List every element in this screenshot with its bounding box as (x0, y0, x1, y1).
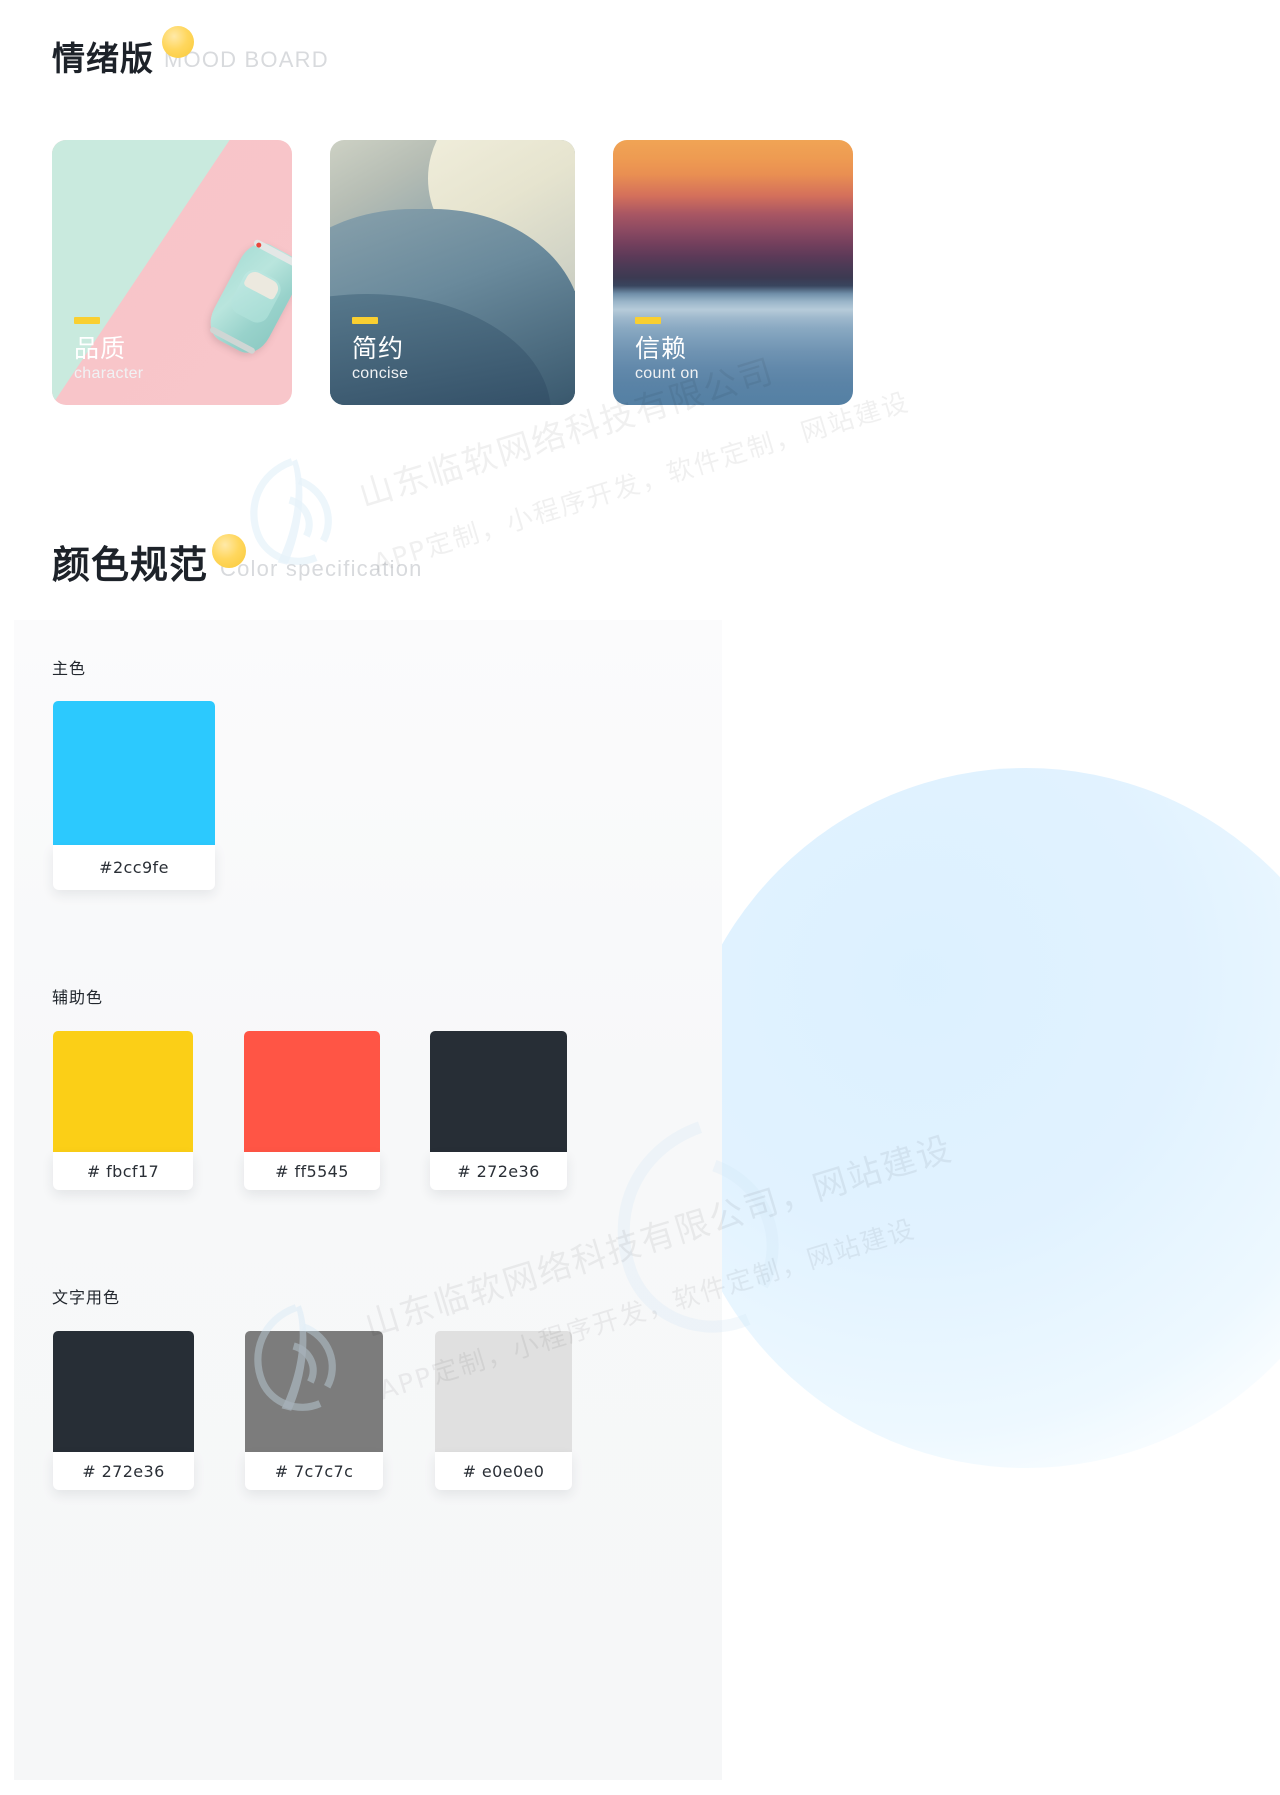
swatch-chip (53, 701, 215, 845)
swatch-auxiliary-3[interactable]: # 272e36 (430, 1031, 567, 1190)
swatch-hex-label: # 272e36 (53, 1452, 194, 1490)
swatch-text-3[interactable]: # e0e0e0 (435, 1331, 572, 1490)
swatch-chip (430, 1031, 567, 1152)
mood-card-label-en: concise (352, 365, 409, 383)
swatch-auxiliary-1[interactable]: # fbcf17 (53, 1031, 193, 1190)
color-spec-title-en: Color specification (220, 556, 423, 581)
swatch-primary-1[interactable]: #2cc9fe (53, 701, 215, 890)
mood-card-label-cn: 简约 (352, 334, 405, 364)
yellow-dot-icon (212, 534, 246, 568)
mood-card-label-cn: 品质 (74, 334, 127, 364)
color-spec-title-cn: 颜色规范 (52, 543, 209, 587)
swatch-hex-label: # ff5545 (244, 1152, 380, 1190)
mood-card-caption: 信赖 count on (635, 317, 699, 385)
swatch-hex-label: # fbcf17 (53, 1152, 193, 1190)
swatch-hex-label: # 272e36 (430, 1152, 567, 1190)
swatch-hex-label: #2cc9fe (53, 845, 215, 890)
color-spec-heading: 颜色规范 Color specification (52, 534, 423, 587)
group-label-auxiliary: 辅助色 (52, 988, 104, 1007)
mood-card-row: 品质 character 简约 concise 信赖 count on (52, 140, 853, 405)
group-label-text-colors: 文字用色 (52, 1288, 121, 1307)
swatch-text-2[interactable]: # 7c7c7c (245, 1331, 383, 1490)
mood-board-heading: 情绪版 MOOD BOARD (52, 26, 329, 78)
watermark-text: APP定制，小程序开发，软件定制，网站建设 (369, 387, 914, 580)
mood-card-count-on[interactable]: 信赖 count on (613, 140, 853, 405)
toy-car-icon (202, 235, 292, 361)
mood-card-label-cn: 信赖 (635, 334, 688, 364)
mood-card-concise[interactable]: 简约 concise (330, 140, 575, 405)
swatch-chip (245, 1331, 383, 1452)
mood-board-page: 情绪版 MOOD BOARD 品质 character 简约 concise 信… (0, 0, 1280, 1795)
swatch-text-1[interactable]: # 272e36 (53, 1331, 194, 1490)
mood-card-label-en: character (74, 365, 144, 383)
swatch-auxiliary-2[interactable]: # ff5545 (244, 1031, 380, 1190)
swatch-hex-label: # e0e0e0 (435, 1452, 572, 1490)
swatch-hex-label: # 7c7c7c (245, 1452, 383, 1490)
yellow-dash-icon (352, 317, 378, 325)
swatch-chip (435, 1331, 572, 1452)
mood-card-caption: 品质 character (74, 317, 143, 385)
decorative-circle (676, 768, 1280, 1468)
group-label-primary: 主色 (52, 659, 87, 678)
swatch-chip (53, 1331, 194, 1452)
mood-card-label-en: count on (635, 365, 699, 383)
mood-card-caption: 简约 concise (352, 317, 408, 385)
mood-board-title-cn: 情绪版 (52, 39, 154, 78)
mood-card-character[interactable]: 品质 character (52, 140, 292, 405)
swatch-chip (53, 1031, 193, 1152)
yellow-dash-icon (635, 317, 661, 325)
yellow-dot-icon (162, 26, 194, 58)
swatch-chip (244, 1031, 380, 1152)
yellow-dash-icon (74, 317, 100, 325)
